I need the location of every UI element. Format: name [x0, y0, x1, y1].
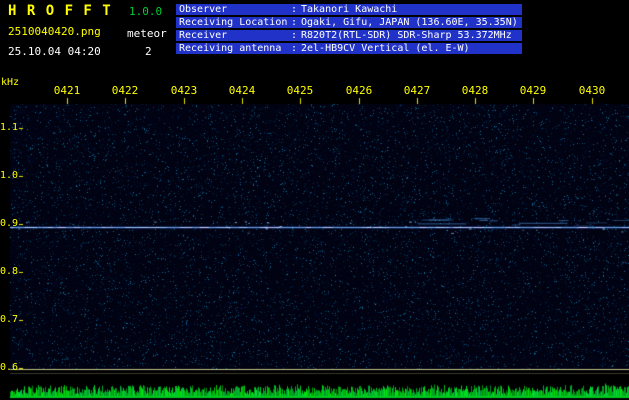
time-tick-label: 0423 — [170, 84, 198, 97]
observation-mode-label: meteor — [127, 27, 167, 40]
station-info-row: Observer: Takanori Kawachi — [176, 4, 522, 15]
info-separator: : — [291, 43, 298, 54]
station-info-row: Receiver: R820T2(RTL-SDR) SDR-Sharp 53.37… — [176, 30, 522, 41]
time-tick-label: 0425 — [286, 84, 314, 97]
time-tick-label: 0426 — [345, 84, 373, 97]
station-info-row: Receiving Location: Ogaki, Gifu, JAPAN (1… — [176, 17, 522, 28]
observation-datetime: 25.10.04 04:20 — [8, 45, 101, 58]
y-axis-unit-label: kHz — [1, 77, 20, 88]
info-separator: : — [291, 17, 298, 28]
time-tick-label: 0430 — [578, 84, 606, 97]
time-tick-label: 0428 — [461, 84, 489, 97]
info-value: R820T2(RTL-SDR) SDR-Sharp 53.372MHz — [301, 30, 512, 41]
spectrogram-canvas — [0, 0, 629, 400]
info-value: Takanori Kawachi — [301, 4, 398, 15]
info-value: Ogaki, Gifu, JAPAN (136.60E, 35.35N) — [301, 17, 518, 28]
time-tick-label: 0421 — [53, 84, 81, 97]
info-value: 2el-HB9CV Vertical (el. E-W) — [301, 43, 470, 54]
time-tick-label: 0429 — [519, 84, 547, 97]
app-version: 1.0.0 — [129, 5, 163, 18]
station-info-block: Observer: Takanori Kawachi Receiving Locat… — [176, 4, 522, 56]
time-tick-label: 0424 — [228, 84, 256, 97]
app-title: H R O F F T — [8, 3, 112, 19]
info-label: Receiving antenna — [179, 43, 282, 54]
info-separator: : — [291, 4, 298, 15]
info-label: Observer — [179, 4, 228, 15]
info-label: Receiving Location — [179, 17, 288, 28]
info-label: Receiver — [179, 30, 228, 41]
freq-tick-label: 0.9 — [0, 218, 19, 229]
freq-tick-label: 0.7 — [0, 314, 19, 325]
hrofft-window: H R O F F T 1.0.0 2510040420.png meteor … — [0, 0, 629, 400]
info-separator: : — [291, 30, 298, 41]
freq-tick-label: 0.8 — [0, 266, 19, 277]
freq-tick-label: 1.0 — [0, 170, 19, 181]
time-tick-label: 0422 — [111, 84, 139, 97]
time-tick-label: 0427 — [403, 84, 431, 97]
echo-count: 2 — [145, 45, 152, 58]
freq-tick-label: 1.1 — [0, 122, 19, 133]
freq-tick-label: 0.6 — [0, 362, 19, 373]
output-filename: 2510040420.png — [8, 25, 101, 38]
station-info-row: Receiving antenna:2el-HB9CV Vertical (el… — [176, 43, 522, 54]
